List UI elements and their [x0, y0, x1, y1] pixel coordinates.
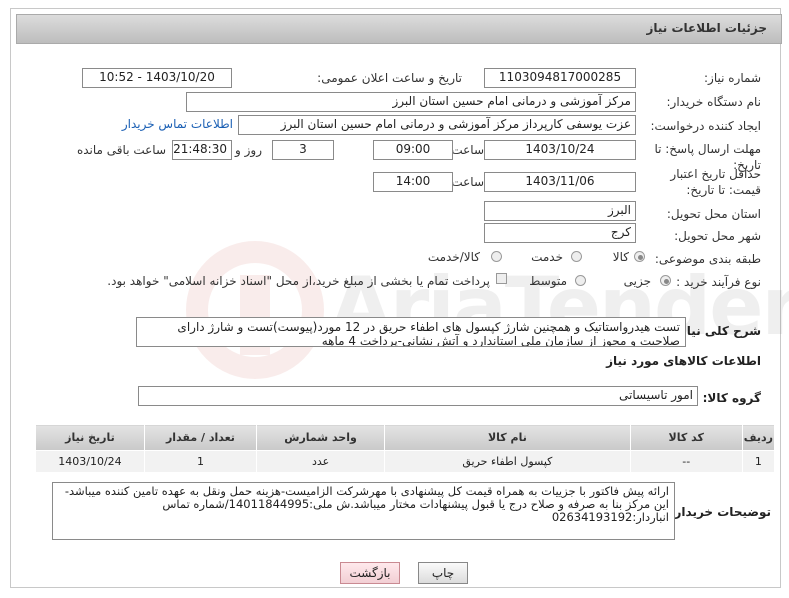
validity-date-field: 1403/11/06 — [484, 172, 636, 192]
price-validity-label: حداقل تاریخ اعتبار قیمت: تا تاریخ: — [670, 167, 761, 197]
buyer-contact-link[interactable]: اطلاعات تماس خریدار — [122, 117, 233, 131]
radio-icon — [491, 251, 502, 262]
col-header-row-num: ردیف — [741, 424, 776, 451]
cell-unit: عدد — [256, 450, 386, 473]
table-header-row: ردیف کد کالا نام کالا واحد شمارش تعداد /… — [35, 424, 776, 451]
city-label: شهر محل تحویل: — [674, 229, 761, 243]
col-header-quantity: تعداد / مقدار — [143, 424, 258, 451]
reply-time-label: ساعت — [451, 143, 484, 157]
category-radio-goods-service[interactable] — [491, 251, 502, 262]
cell-row-num: 1 — [741, 450, 776, 473]
need-number-field: 1103094817000285 — [484, 68, 636, 88]
goods-table: ردیف کد کالا نام کالا واحد شمارش تعداد /… — [35, 424, 776, 473]
table-row: 1 -- کپسول اطفاء حریق عدد 1 1403/10/24 — [35, 450, 776, 473]
cell-date: 1403/10/24 — [35, 450, 145, 473]
category-radio-service[interactable] — [571, 251, 582, 262]
goods-group-label: گروه کالا: — [702, 391, 761, 405]
process-medium-label: متوسط — [529, 274, 567, 288]
buyer-org-label: نام دستگاه خریدار: — [666, 95, 762, 109]
print-button[interactable]: چاپ — [418, 562, 468, 584]
process-minor-label: جزیی — [623, 274, 651, 288]
category-service-label: خدمت — [531, 250, 563, 264]
page-header: جزئیات اطلاعات نیاز — [16, 14, 782, 44]
radio-icon — [660, 275, 671, 286]
back-button[interactable]: بازگشت — [340, 562, 400, 584]
category-radio-goods[interactable] — [634, 251, 645, 262]
reply-date-field: 1403/10/24 — [484, 140, 636, 160]
reply-time-field: 09:00 — [373, 140, 453, 160]
cell-name: کپسول اطفاء حریق — [384, 450, 631, 473]
cell-quantity: 1 — [143, 450, 258, 473]
days-remaining-field: 3 — [272, 140, 334, 160]
radio-icon — [575, 275, 586, 286]
need-number-label: شماره نیاز: — [704, 71, 761, 85]
city-field: کرج — [484, 223, 636, 243]
time-remaining-field: 21:48:30 — [172, 140, 232, 160]
validity-time-label: ساعت — [451, 175, 484, 189]
goods-info-heading: اطلاعات کالاهای مورد نیاز — [606, 354, 761, 368]
col-header-unit: واحد شمارش — [256, 424, 386, 451]
category-goods-service-label: کالا/خدمت — [427, 250, 480, 264]
announce-datetime-field: 1403/10/20 - 10:52 — [82, 68, 232, 88]
category-label: طبقه بندی موضوعی: — [654, 252, 761, 266]
payment-checkbox[interactable] — [496, 273, 507, 284]
col-header-name: نام کالا — [384, 424, 631, 451]
page-title: جزئیات اطلاعات نیاز — [646, 21, 767, 35]
description-label: شرح کلی نیاز: — [675, 324, 761, 338]
requester-field: عزت یوسفی کارپرداز مرکز آموزشی و درمانی … — [238, 115, 636, 135]
province-label: استان محل تحویل: — [666, 207, 761, 221]
radio-icon — [634, 251, 645, 262]
process-type-label: نوع فرآیند خرید : — [676, 275, 761, 289]
requester-label: ایجاد کننده درخواست: — [650, 119, 761, 133]
process-radio-minor[interactable] — [660, 275, 671, 286]
buyer-notes-textarea: ارائه پیش فاکتور با جزییات به همراه قیمت… — [52, 482, 675, 540]
hours-remaining-label: ساعت باقی مانده — [76, 143, 166, 157]
cell-code: -- — [629, 450, 743, 473]
buyer-notes-label: توضیحات خریدار: — [669, 505, 771, 519]
buyer-org-field: مرکز آموزشی و درمانی امام حسین استان الب… — [186, 92, 636, 112]
category-goods-label: کالا — [612, 250, 629, 264]
radio-icon — [571, 251, 582, 262]
col-header-date: تاریخ نیاز — [35, 424, 145, 451]
description-textarea: تست هیدرواستاتیک و همچنین شارژ کپسول های… — [136, 317, 686, 347]
process-radio-medium[interactable] — [575, 275, 586, 286]
announce-datetime-label: تاریخ و ساعت اعلان عمومی: — [317, 71, 462, 85]
validity-time-field: 14:00 — [373, 172, 453, 192]
goods-group-field: امور تاسیساتی — [138, 386, 698, 406]
payment-note: پرداخت تمام یا بخشی از مبلغ خرید،از محل … — [107, 274, 490, 288]
province-field: البرز — [484, 201, 636, 221]
day-and-label: روز و — [235, 143, 262, 157]
col-header-code: کد کالا — [629, 424, 743, 451]
